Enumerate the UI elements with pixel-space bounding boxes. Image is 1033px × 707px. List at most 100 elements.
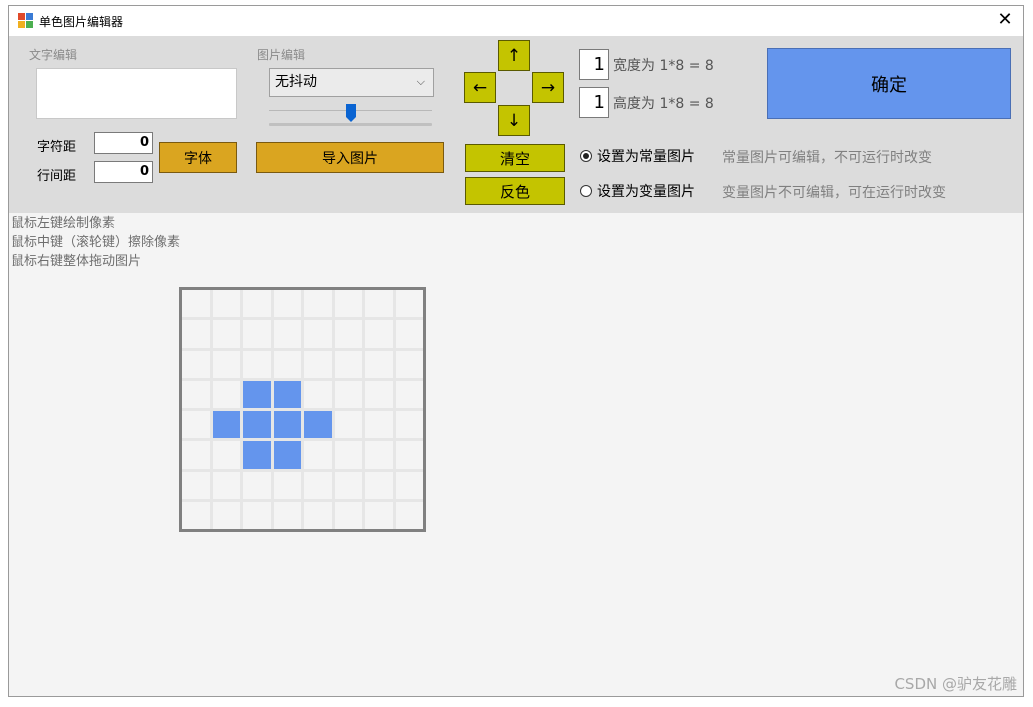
pixel-cell[interactable]	[182, 441, 210, 469]
font-button[interactable]: 字体	[159, 142, 237, 173]
pixel-cell[interactable]	[212, 411, 240, 439]
pixel-cell[interactable]	[334, 501, 362, 529]
pixel-cell[interactable]	[365, 350, 393, 378]
pixel-cell[interactable]	[212, 320, 240, 348]
width-input[interactable]: 1	[579, 49, 609, 80]
const-image-label[interactable]: 设置为常量图片	[597, 146, 695, 166]
var-image-radio[interactable]	[580, 185, 592, 197]
move-right-button[interactable]: →	[532, 72, 564, 103]
pixel-cell[interactable]	[243, 411, 271, 439]
pixel-cell[interactable]	[243, 320, 271, 348]
pixel-cell[interactable]	[273, 471, 301, 499]
pixel-cell[interactable]	[334, 350, 362, 378]
pixel-cell[interactable]	[395, 350, 423, 378]
pixel-cell[interactable]	[243, 290, 271, 318]
pixel-cell[interactable]	[212, 501, 240, 529]
pixel-cell[interactable]	[395, 471, 423, 499]
pixel-cell[interactable]	[182, 411, 210, 439]
pixel-cell[interactable]	[334, 380, 362, 408]
height-input[interactable]: 1	[579, 87, 609, 118]
pixel-cell[interactable]	[395, 411, 423, 439]
watermark: CSDN @驴友花雕	[894, 675, 1017, 693]
editor-window: 单色图片编辑器 ✕ 文字编辑 字符距 0 行间距 0 字体 图片编辑 无抖动 ⌵…	[8, 5, 1024, 697]
height-text: 高度为 1*8 = 8	[613, 96, 714, 112]
char-spacing-input[interactable]: 0	[94, 132, 153, 154]
pixel-cell[interactable]	[304, 411, 332, 439]
char-spacing-label: 字符距	[37, 140, 77, 155]
pixel-cell[interactable]	[304, 350, 332, 378]
width-text: 宽度为 1*8 = 8	[613, 58, 714, 74]
line-spacing-input[interactable]: 0	[94, 161, 153, 183]
pixel-cell[interactable]	[182, 471, 210, 499]
pixel-cell[interactable]	[273, 290, 301, 318]
move-down-button[interactable]: ↓	[498, 105, 530, 136]
threshold-slider-thumb[interactable]	[345, 103, 357, 123]
pixel-cell[interactable]	[212, 441, 240, 469]
pixel-cell[interactable]	[304, 441, 332, 469]
pixel-cell[interactable]	[334, 290, 362, 318]
pixel-cell[interactable]	[304, 471, 332, 499]
threshold-slider-track[interactable]	[269, 123, 432, 126]
pixel-cell[interactable]	[273, 380, 301, 408]
var-image-label[interactable]: 设置为变量图片	[597, 181, 695, 201]
pixel-cell[interactable]	[365, 411, 393, 439]
pixel-cell[interactable]	[212, 471, 240, 499]
pixel-cell[interactable]	[243, 471, 271, 499]
pixel-cell[interactable]	[365, 501, 393, 529]
pixel-cell[interactable]	[212, 380, 240, 408]
pixel-cell[interactable]	[243, 350, 271, 378]
pixel-cell[interactable]	[243, 501, 271, 529]
pixel-cell[interactable]	[365, 380, 393, 408]
chevron-down-icon: ⌵	[416, 75, 425, 88]
hint-right-drag: 鼠标右键整体拖动图片	[11, 254, 142, 269]
pixel-cell[interactable]	[304, 380, 332, 408]
pixel-cell[interactable]	[182, 350, 210, 378]
text-edit-group-label: 文字编辑	[29, 48, 78, 62]
pixel-canvas[interactable]	[179, 287, 426, 532]
pixel-cell[interactable]	[395, 290, 423, 318]
pixel-cell[interactable]	[334, 441, 362, 469]
confirm-button[interactable]: 确定	[767, 48, 1011, 119]
pixel-cell[interactable]	[365, 290, 393, 318]
image-edit-group-label: 图片编辑	[257, 48, 306, 62]
pixel-cell[interactable]	[365, 471, 393, 499]
pixel-cell[interactable]	[273, 411, 301, 439]
pixel-cell[interactable]	[182, 380, 210, 408]
move-left-button[interactable]: ←	[464, 72, 496, 103]
pixel-cell[interactable]	[395, 380, 423, 408]
clear-button[interactable]: 清空	[465, 144, 565, 172]
pixel-cell[interactable]	[212, 350, 240, 378]
pixel-cell[interactable]	[365, 441, 393, 469]
pixel-cell[interactable]	[182, 320, 210, 348]
text-input-area[interactable]	[36, 68, 237, 119]
window-title: 单色图片编辑器	[39, 15, 124, 29]
dither-select[interactable]: 无抖动 ⌵	[269, 68, 434, 97]
pixel-cell[interactable]	[304, 290, 332, 318]
close-icon[interactable]: ✕	[995, 9, 1015, 31]
pixel-cell[interactable]	[273, 501, 301, 529]
import-image-button[interactable]: 导入图片	[256, 142, 444, 173]
pixel-cell[interactable]	[273, 441, 301, 469]
pixel-cell[interactable]	[304, 320, 332, 348]
pixel-cell[interactable]	[273, 350, 301, 378]
pixel-cell[interactable]	[182, 290, 210, 318]
pixel-cell[interactable]	[273, 320, 301, 348]
move-up-button[interactable]: ↑	[498, 40, 530, 71]
pixel-cell[interactable]	[304, 501, 332, 529]
title-bar: 单色图片编辑器 ✕	[9, 6, 1023, 36]
app-icon	[18, 13, 33, 28]
const-image-radio[interactable]	[580, 150, 592, 162]
pixel-cell[interactable]	[334, 320, 362, 348]
pixel-cell[interactable]	[334, 471, 362, 499]
pixel-cell[interactable]	[243, 441, 271, 469]
pixel-cell[interactable]	[365, 320, 393, 348]
pixel-cell[interactable]	[212, 290, 240, 318]
pixel-cell[interactable]	[395, 441, 423, 469]
pixel-cell[interactable]	[395, 501, 423, 529]
invert-button[interactable]: 反色	[465, 177, 565, 205]
pixel-cell[interactable]	[334, 411, 362, 439]
pixel-cell[interactable]	[243, 380, 271, 408]
dither-selected-value: 无抖动	[275, 74, 317, 90]
pixel-cell[interactable]	[395, 320, 423, 348]
pixel-cell[interactable]	[182, 501, 210, 529]
